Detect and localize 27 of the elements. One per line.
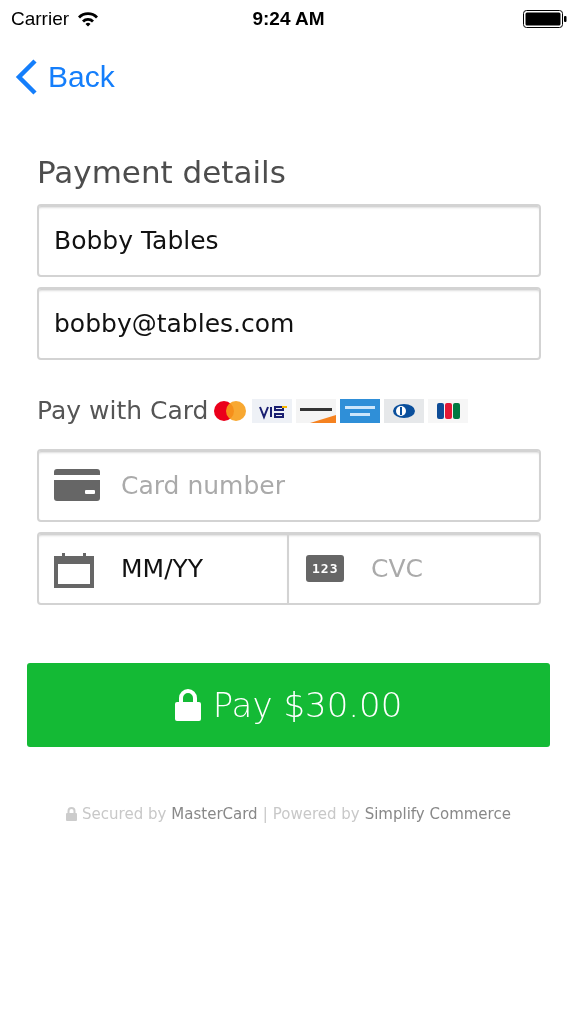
footer-brand: MasterCard: [171, 805, 258, 823]
expiry-field[interactable]: MM/YY: [37, 532, 289, 605]
lock-icon: [174, 689, 201, 721]
footer-brand: Simplify Commerce: [364, 805, 511, 823]
cvc-icon: 123: [306, 555, 345, 582]
carrier-label: Carrier: [11, 8, 70, 30]
back-label[interactable]: Back: [48, 60, 115, 94]
credit-card-icon: [54, 469, 100, 501]
battery-icon: [523, 10, 567, 28]
card-logo-icon: [212, 399, 249, 422]
back-button[interactable]: Back: [0, 56, 129, 98]
lock-icon: [66, 807, 78, 821]
card-logo-icon: [428, 398, 469, 423]
card-logo-icon: [384, 398, 425, 423]
name-field[interactable]: Bobby Tables: [37, 204, 541, 277]
card-logo-icon: [340, 398, 381, 423]
card-number-field[interactable]: Card number: [37, 449, 541, 522]
wifi-icon: [77, 11, 100, 27]
pay-with-card-label: Pay with Card: [37, 396, 209, 425]
form-title: Payment details: [37, 154, 287, 190]
card-logo-icon: [296, 398, 337, 423]
email-field[interactable]: bobby@tables.com: [37, 287, 541, 360]
footer-text: |: [262, 805, 268, 823]
status-time: 9:24 AM: [252, 8, 325, 30]
calendar-icon: [54, 552, 94, 588]
chevron-left-icon: [14, 58, 38, 96]
card-logo-icon: [252, 398, 293, 423]
